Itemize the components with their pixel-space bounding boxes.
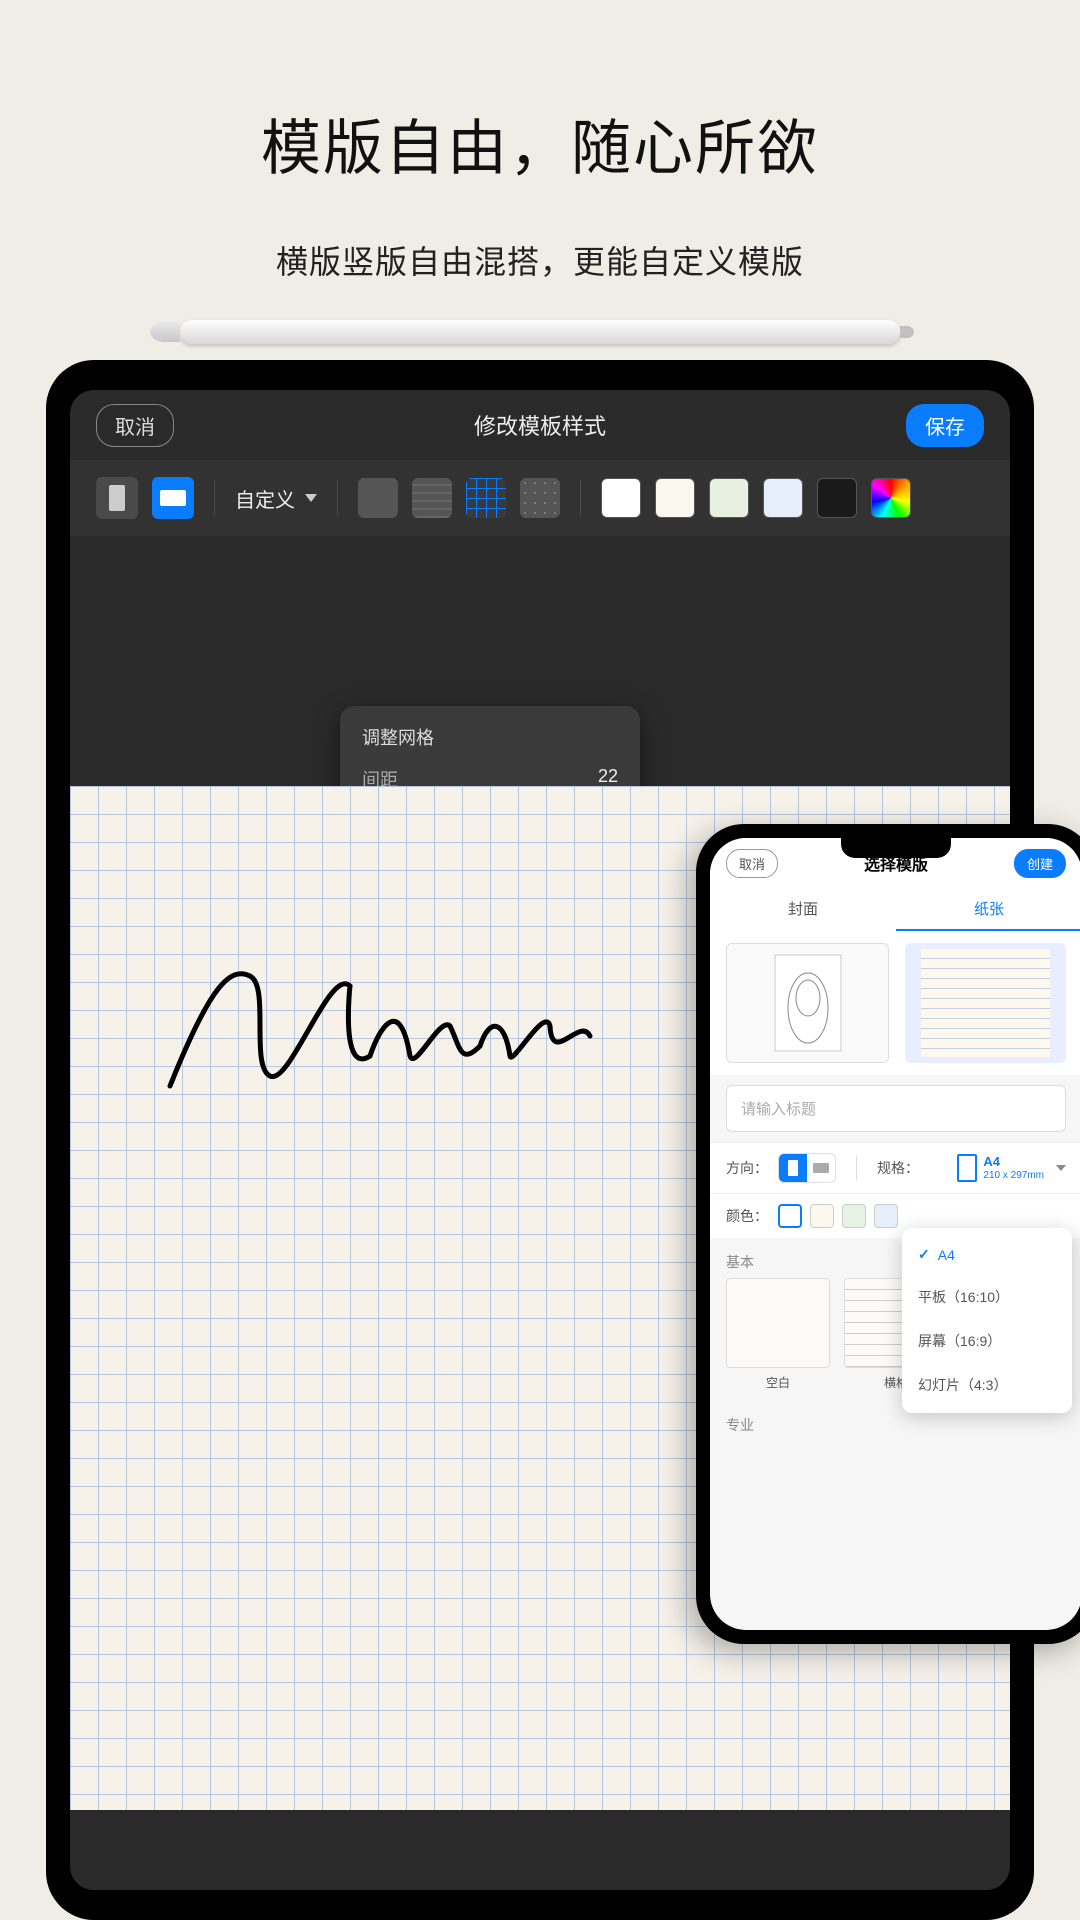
spec-label: 规格： [877, 1158, 919, 1178]
tab-paper[interactable]: 纸张 [896, 888, 1080, 931]
apple-pencil-illustration [180, 320, 900, 344]
cover-preview[interactable] [726, 943, 889, 1063]
spec-option-a4[interactable]: ✓A4 [902, 1234, 1072, 1275]
spec-name: A4 [983, 1155, 1044, 1169]
custom-size-label: 自定义 [235, 484, 295, 513]
phone-notch [841, 838, 951, 858]
color-blue[interactable] [874, 1204, 898, 1228]
divider [856, 1156, 857, 1180]
bg-color-green[interactable] [709, 478, 749, 518]
bg-pattern-solid[interactable] [358, 478, 398, 518]
paper-preview[interactable] [905, 943, 1066, 1063]
popover-title: 调整网格 [362, 724, 618, 750]
tablet-footer [70, 1810, 1010, 1890]
bg-color-custom[interactable] [871, 478, 911, 518]
chevron-down-icon [305, 494, 317, 502]
phone-create-button[interactable]: 创建 [1014, 849, 1066, 878]
color-cream[interactable] [810, 1204, 834, 1228]
tablet-toolbar: 自定义 [70, 460, 1010, 536]
spec-option-slide[interactable]: 幻灯片（4:3） [902, 1363, 1072, 1407]
color-swatches [778, 1204, 898, 1228]
bg-pattern-grid[interactable] [466, 478, 506, 518]
spec-dropdown-menu: ✓A4 平板（16:10） 屏幕（16:9） 幻灯片（4:3） [902, 1228, 1072, 1413]
template-blank[interactable]: 空白 [726, 1278, 830, 1391]
bg-color-cream[interactable] [655, 478, 695, 518]
color-label: 颜色： [726, 1206, 768, 1226]
color-green[interactable] [842, 1204, 866, 1228]
car-sketch-icon [773, 953, 843, 1053]
save-button[interactable]: 保存 [906, 404, 984, 447]
headline: 模版自由，随心所欲 [0, 0, 1080, 187]
preview-row [710, 931, 1080, 1075]
spec-option-tablet[interactable]: 平板（16:10） [902, 1275, 1072, 1319]
handwriting-sample [150, 926, 750, 1126]
orientation-portrait-icon[interactable] [96, 477, 138, 519]
phone-frame: 取消 选择模版 创建 封面 纸张 请输入标题 方向： [696, 824, 1080, 1644]
tab-cover[interactable]: 封面 [710, 888, 896, 931]
orientation-spec-row: 方向： 规格： A4 210 x 297mm [710, 1142, 1080, 1193]
color-white[interactable] [778, 1204, 802, 1228]
bg-color-blue[interactable] [763, 478, 803, 518]
bg-pattern-dots[interactable] [520, 478, 560, 518]
chevron-down-icon [1056, 1165, 1066, 1171]
orientation-landscape-option[interactable] [807, 1154, 835, 1182]
spec-size: 210 x 297mm [983, 1170, 1044, 1181]
custom-size-dropdown[interactable]: 自定义 [235, 484, 317, 513]
template-blank-label: 空白 [766, 1374, 790, 1391]
divider [580, 480, 581, 516]
orientation-segmented[interactable] [778, 1153, 836, 1183]
title-input[interactable]: 请输入标题 [726, 1085, 1066, 1132]
spec-option-screen[interactable]: 屏幕（16:9） [902, 1319, 1072, 1363]
spec-dropdown-button[interactable]: A4 210 x 297mm [957, 1154, 1066, 1182]
phone-screen: 取消 选择模版 创建 封面 纸张 请输入标题 方向： [710, 838, 1080, 1630]
tablet-header: 取消 修改模板样式 保存 [70, 390, 1010, 460]
phone-cancel-button[interactable]: 取消 [726, 849, 778, 878]
orientation-landscape-icon[interactable] [152, 477, 194, 519]
orientation-portrait-option[interactable] [779, 1154, 807, 1182]
phone-tabs: 封面 纸张 [710, 888, 1080, 931]
subheadline: 横版竖版自由混搭，更能自定义模版 [0, 187, 1080, 283]
bg-color-white[interactable] [601, 478, 641, 518]
orientation-label: 方向： [726, 1158, 768, 1178]
check-icon: ✓ [918, 1246, 930, 1263]
page-icon [957, 1154, 977, 1182]
divider [214, 480, 215, 516]
bg-pattern-lines[interactable] [412, 478, 452, 518]
color-row: 颜色： ✓A4 平板（16:10） 屏幕（16:9） 幻灯片（4:3） [710, 1193, 1080, 1238]
bg-color-black[interactable] [817, 478, 857, 518]
tablet-title: 修改模板样式 [474, 409, 606, 441]
divider [337, 480, 338, 516]
cancel-button[interactable]: 取消 [96, 404, 174, 447]
